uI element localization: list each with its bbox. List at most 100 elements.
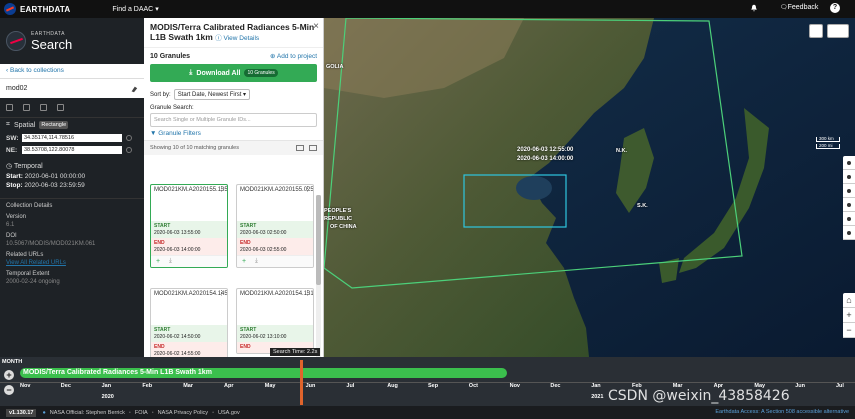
layers-icon[interactable] (827, 24, 849, 38)
usagov-link[interactable]: USA.gov (218, 410, 240, 416)
start-label: Start: (6, 173, 23, 180)
ne-input[interactable]: 38.53708,122.80078 (22, 146, 122, 154)
results-status-bar: Showing 10 of 10 matching granules (144, 140, 323, 155)
close-icon[interactable]: × (313, 21, 319, 32)
granule-card[interactable]: MOD021KM.A2020155.0250.061.2020155131815… (236, 184, 314, 268)
timeline-zoom-in-button[interactable]: + (4, 370, 14, 380)
temporal-extent-value: 2000-02-24 ongoing (6, 279, 60, 285)
temporal-start[interactable]: Start: 2020-06-01 00:00:00 (0, 172, 144, 181)
granule-start: START 2020-06-02 13:10:00 (237, 325, 313, 342)
table-view-icon[interactable] (309, 145, 317, 151)
logo-area: EARTHDATA Search (0, 18, 144, 64)
sort-select[interactable]: Start Date, Newest First ▾ (173, 89, 251, 100)
earthdata-brand[interactable]: EARTHDATA (20, 5, 70, 14)
shapefile-icon[interactable] (23, 104, 30, 111)
timeline-collection-bar[interactable]: MODIS/Terra Calibrated Radiances 5-Min L… (20, 368, 507, 378)
map-pin-icon[interactable] (57, 104, 64, 111)
save-icon[interactable] (809, 24, 823, 38)
csdn-watermark: CSDN @weixin_43858426 (608, 388, 790, 404)
nasa-logo-icon[interactable] (4, 3, 16, 15)
draw-polygon-icon[interactable] (843, 170, 855, 184)
sort-value: Start Date, Newest First (177, 92, 242, 98)
logo-search-text: Search (31, 36, 73, 52)
timeline-month-tick[interactable]: Jan (591, 383, 600, 389)
add-granule-icon[interactable]: + (156, 258, 160, 265)
sort-row: Sort by: Start Date, Newest First ▾ (144, 82, 323, 100)
collection-search-input[interactable]: mod02 (0, 78, 144, 98)
home-icon[interactable]: ⌂ (843, 293, 855, 308)
grid-icon[interactable] (40, 104, 47, 111)
granule-scrollbar[interactable] (316, 195, 321, 357)
timeline-month-tick[interactable]: Mar (183, 383, 193, 389)
ne-label: NE: (6, 146, 18, 154)
granule-filters-link[interactable]: ▼ Granule Filters (144, 127, 323, 140)
timeline-zoom-label: MONTH (2, 359, 23, 365)
map-view[interactable]: GOLIA N.K. S.K. PEOPLE'S REPUBLIC OF CHI… (324, 18, 855, 357)
bell-icon[interactable] (750, 4, 758, 12)
accessible-alternative-link[interactable]: Earthdata Access: A Section 508 accessib… (715, 409, 849, 415)
view-details-link[interactable]: ⓘ View Details (215, 35, 259, 42)
granule-panel: MODIS/Terra Calibrated Radiances 5-Min L… (144, 18, 324, 357)
timeline-month-tick[interactable]: Jul (836, 383, 844, 389)
zoom-out-button[interactable]: − (843, 323, 855, 338)
edit-icon[interactable] (843, 212, 855, 226)
timeline-month-tick[interactable]: Aug (387, 383, 398, 389)
timeline-month-tick[interactable]: Oct (469, 383, 478, 389)
related-urls-link[interactable]: View All Related URLs (6, 260, 138, 266)
download-count-badge: 10 Granules (244, 69, 278, 77)
download-granule-icon[interactable]: ⤓ (255, 258, 258, 265)
clock-icon: ◷ (6, 163, 14, 170)
spatial-type-badge: Rectangle (39, 121, 69, 129)
timeline-month-tick[interactable]: Nov (510, 383, 520, 389)
timeline-month-tick[interactable]: Feb (142, 383, 152, 389)
granule-list: MOD021KM.A2020155.1355.061.2020155011315… (150, 184, 314, 357)
foia-link[interactable]: FOIA (135, 410, 148, 416)
timeline-month-tick[interactable]: Nov (20, 383, 30, 389)
eraser-icon[interactable] (130, 85, 138, 93)
draw-circle-icon[interactable] (843, 198, 855, 212)
granule-card[interactable]: MOD021KM.A2020154.1310.061.2020155011901… (236, 288, 314, 354)
timeline-month-tick[interactable]: Jan (102, 383, 111, 389)
zoom-in-button[interactable]: + (843, 308, 855, 323)
draw-rectangle-icon[interactable] (843, 184, 855, 198)
download-all-button[interactable]: ⤓ Download All 10 Granules (150, 64, 317, 82)
end-time: 2020-06-03 02:55:00 (240, 246, 287, 253)
clear-sw-icon[interactable] (126, 135, 132, 141)
sw-input[interactable]: 34.35174,114.78516 (22, 134, 122, 142)
download-icon: ⤓ (189, 69, 193, 76)
timeline-month-tick[interactable]: Dec (61, 383, 71, 389)
clear-ne-icon[interactable] (126, 147, 132, 153)
granule-card[interactable]: MOD021KM.A2020155.1355.061.2020155011315… (150, 184, 228, 268)
timeline-month-tick[interactable]: Jun (306, 383, 316, 389)
timeline-month-tick[interactable]: Jun (795, 383, 805, 389)
scrollbar-thumb[interactable] (316, 195, 321, 285)
stop-value: 2020-06-03 23:59:59 (24, 182, 85, 189)
timeline-month-tick[interactable]: Jul (346, 383, 354, 389)
map-label-prc-2: REPUBLIC (324, 216, 353, 222)
draw-point-icon[interactable] (843, 156, 855, 170)
timeline-month-tick[interactable]: Apr (224, 383, 233, 389)
temporal-stop[interactable]: Stop: 2020-06-03 23:59:59 (0, 181, 144, 190)
granule-search-input[interactable]: Search Single or Multiple Granule IDs... (150, 113, 317, 127)
calendar-icon[interactable] (6, 104, 13, 111)
sw-coordinate: SW: 34.35174,114.78516 (0, 132, 144, 144)
timeline-month-tick[interactable]: May (265, 383, 276, 389)
privacy-link[interactable]: NASA Privacy Policy (158, 410, 208, 416)
back-to-collections-link[interactable]: ‹ Back to collections (0, 64, 144, 78)
nasa-logo-small-icon: ● (42, 409, 46, 416)
temporal-label: Temporal (13, 163, 43, 170)
timeline-month-tick[interactable]: Dec (550, 383, 560, 389)
list-view-icon[interactable] (296, 145, 304, 151)
add-granule-icon[interactable]: + (242, 258, 246, 265)
start-time: 2020-06-02 14:50:00 (154, 333, 201, 340)
help-icon[interactable]: ? (830, 3, 840, 13)
granule-card[interactable]: MOD021KM.A2020154.1450.061.2020155012030… (150, 288, 228, 357)
timeline-month-tick[interactable]: Sep (428, 383, 438, 389)
find-daac-menu[interactable]: Find a DAAC (112, 5, 158, 13)
add-to-project-link[interactable]: ⊕ Add to project (270, 52, 317, 60)
scale-mi: 200 mi (816, 143, 840, 149)
trash-icon[interactable] (843, 226, 855, 240)
download-all-label: Download All (196, 69, 241, 77)
download-granule-icon[interactable]: ⤓ (169, 258, 172, 265)
feedback-link[interactable]: Feedback (780, 4, 819, 11)
